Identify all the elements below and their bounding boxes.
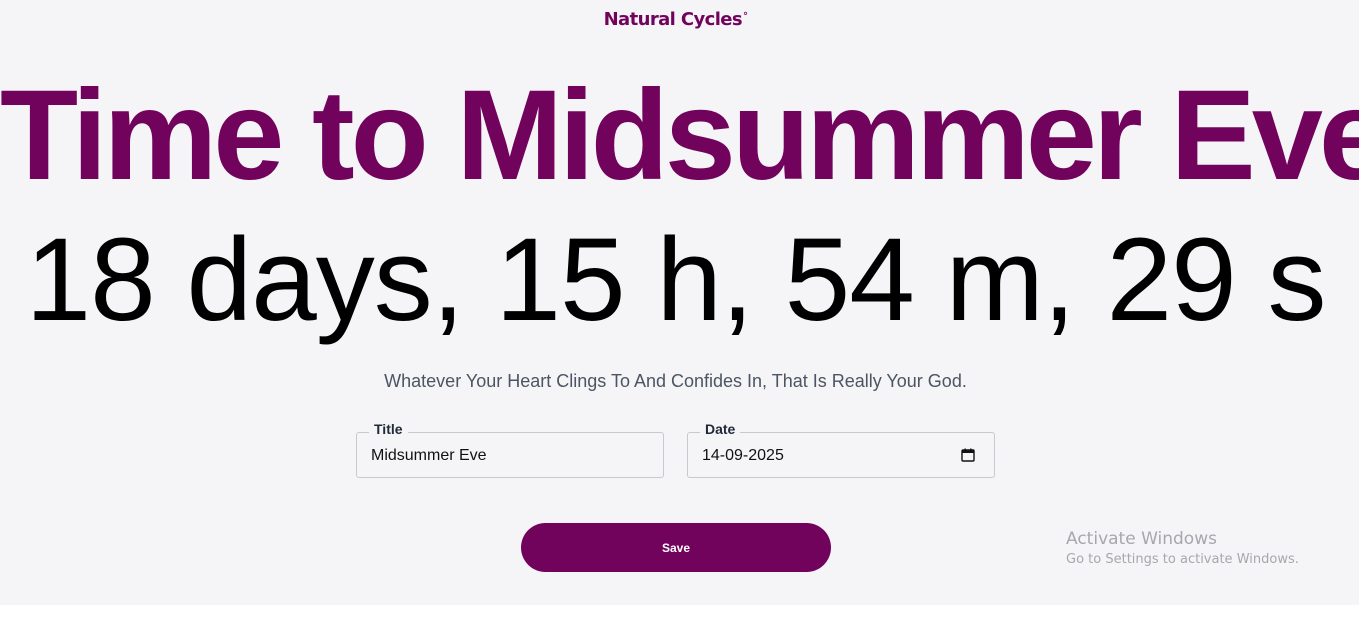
activate-windows-watermark: Activate Windows Go to Settings to activ… — [1066, 528, 1299, 570]
quote-text: Whatever Your Heart Clings To And Confid… — [384, 371, 967, 391]
countdown-display: 18 days, 15 h, 54 m, 29 s — [25, 214, 1326, 346]
watermark-title: Activate Windows — [1066, 529, 1217, 549]
date-field-value[interactable]: 14-09-2025 — [702, 446, 784, 466]
brand-mark: ° — [743, 11, 748, 22]
calendar-icon[interactable] — [961, 448, 975, 462]
title-field-label: Title — [369, 420, 408, 438]
brand-logo[interactable]: Natural Cycles° — [0, 9, 1351, 30]
date-field[interactable]: Date 14-09-2025 — [687, 420, 995, 478]
watermark-subtitle: Go to Settings to activate Windows. — [1066, 552, 1299, 567]
title-field[interactable]: Title Midsummer Eve — [356, 420, 664, 478]
page-background: Natural Cycles° Time to Midsummer Eve 18… — [0, 0, 1359, 605]
brand-name: Natural Cycles — [603, 9, 743, 30]
save-button[interactable]: Save — [521, 523, 831, 572]
title-field-value[interactable]: Midsummer Eve — [371, 446, 487, 466]
date-field-label: Date — [700, 420, 741, 438]
page-title: Time to Midsummer Eve — [0, 64, 1359, 207]
